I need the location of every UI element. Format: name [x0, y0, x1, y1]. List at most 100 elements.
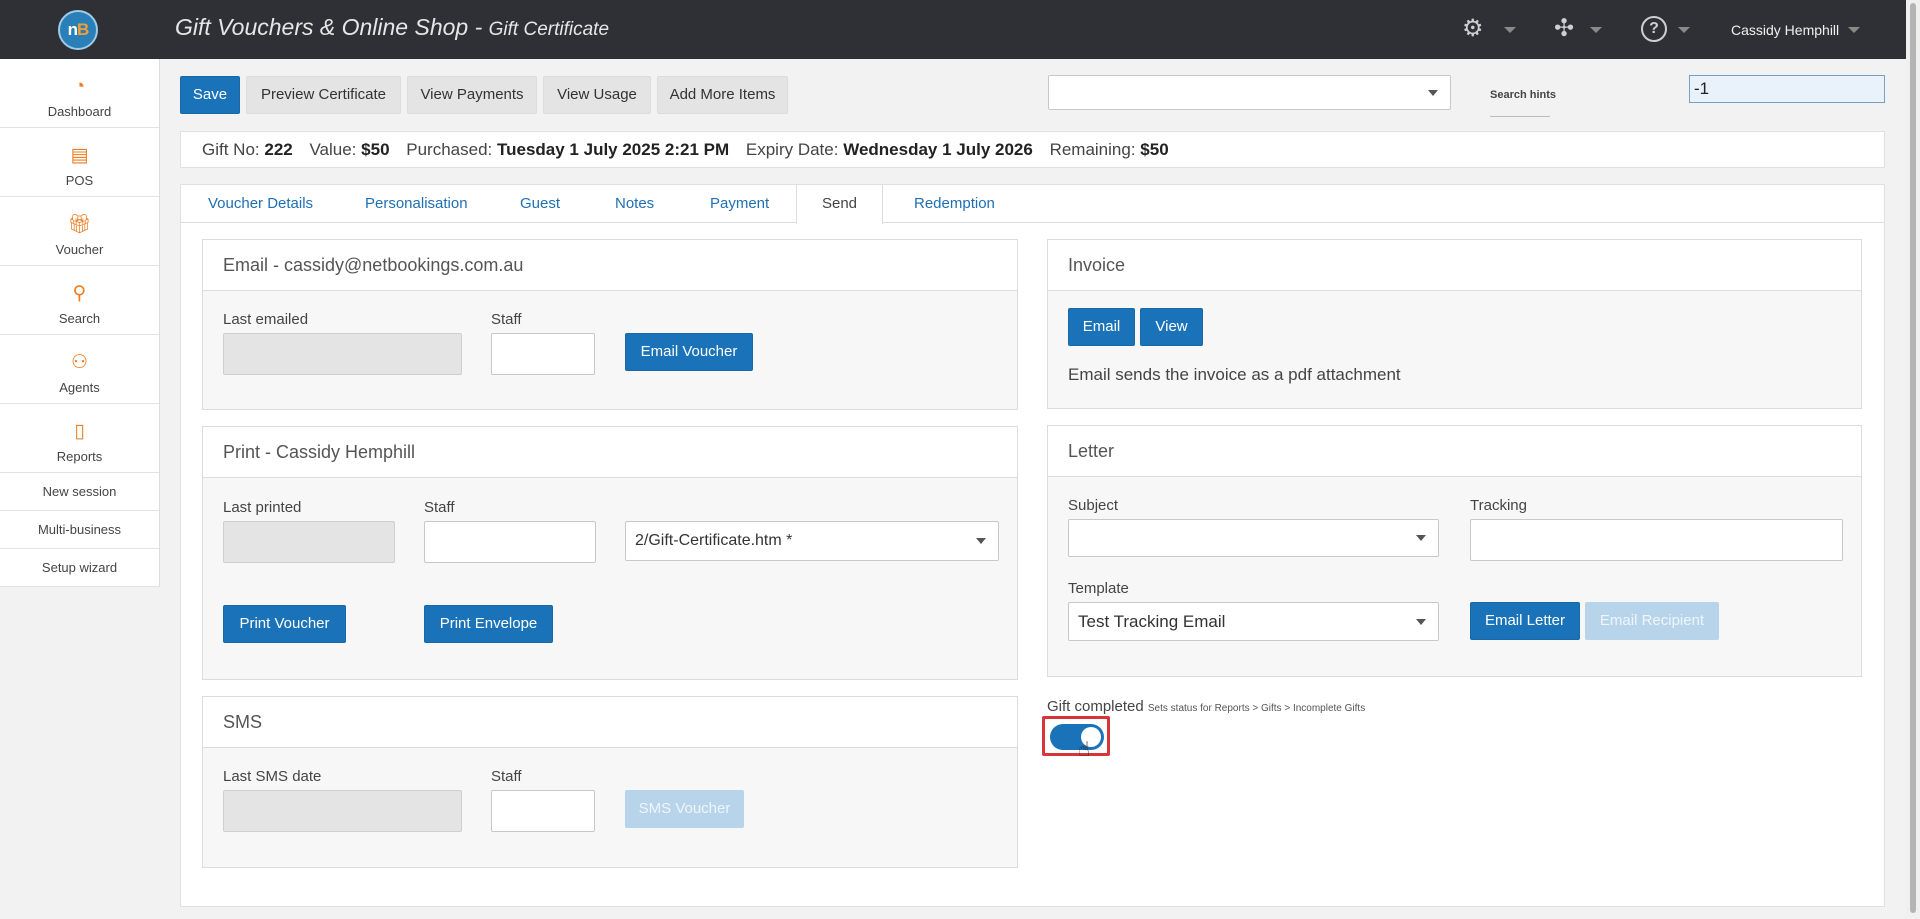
subject-label: Subject	[1068, 497, 1119, 514]
invoice-panel: Invoice Email View Email sends the invoi…	[1047, 239, 1862, 409]
invoice-view-button[interactable]: View	[1140, 308, 1203, 346]
sidebar-link-setup-wizard[interactable]: Setup wizard	[0, 549, 159, 587]
email-recipient-button[interactable]: Email Recipient	[1585, 602, 1719, 640]
top-bar: nB Gift Vouchers & Online Shop - Gift Ce…	[0, 0, 1906, 59]
email-letter-button[interactable]: Email Letter	[1470, 602, 1580, 640]
help-icon[interactable]: ?	[1641, 16, 1667, 42]
app-logo[interactable]: nB	[58, 10, 98, 50]
sidebar-item-label: POS	[65, 173, 94, 188]
gift-completed-text: Gift completed	[1047, 698, 1144, 715]
tab-redemption[interactable]: Redemption	[914, 185, 995, 223]
print-voucher-button[interactable]: Print Voucher	[223, 605, 346, 643]
gift-completed-hint: Sets status for Reports > Gifts > Incomp…	[1147, 703, 1366, 714]
chevron-down-icon	[1416, 618, 1426, 625]
purchased-value: Tuesday 1 July 2025 2:21 PM	[497, 140, 730, 159]
expiry-label: Expiry Date:	[745, 140, 839, 159]
sidebar-item-label: Voucher	[55, 242, 104, 257]
tracking-label: Tracking	[1470, 497, 1527, 514]
preview-certificate-button[interactable]: Preview Certificate	[246, 76, 401, 114]
gift-icon: 🎁︎	[67, 214, 92, 235]
invoice-panel-title: Invoice	[1048, 240, 1861, 291]
sms-staff-input[interactable]	[491, 790, 595, 832]
save-button[interactable]: Save	[180, 76, 240, 114]
remaining-value: $50	[1140, 140, 1169, 159]
gift-no-label: Gift No:	[202, 140, 260, 159]
sidebar-link-new-session[interactable]: New session	[0, 473, 159, 511]
letter-subject-select[interactable]	[1068, 519, 1439, 557]
sidebar-link-multi-business[interactable]: Multi-business	[0, 511, 159, 549]
chevron-down-icon[interactable]	[1504, 27, 1516, 33]
user-menu[interactable]: Cassidy Hemphill	[1731, 22, 1839, 38]
gears-icon[interactable]: ⚙	[1462, 16, 1484, 42]
page-scrollbar[interactable]	[1906, 0, 1920, 919]
logo-letter-b: B	[77, 20, 89, 39]
tab-bar: Voucher Details Personalisation Guest No…	[181, 185, 1884, 224]
invoice-email-button[interactable]: Email	[1068, 308, 1135, 346]
agents-icon: ⚇	[70, 352, 89, 373]
sidebar-item-reports[interactable]: ▯ Reports	[0, 404, 159, 473]
search-select[interactable]	[1048, 75, 1451, 110]
template-label: Template	[1068, 580, 1129, 597]
tab-payment[interactable]: Payment	[710, 185, 769, 223]
tab-notes[interactable]: Notes	[615, 185, 654, 223]
tab-send[interactable]: Send	[796, 185, 883, 224]
last-emailed-label: Last emailed	[223, 311, 309, 328]
print-panel: Print - Cassidy Hemphill Last printed St…	[202, 426, 1018, 680]
email-panel-title: Email - cassidy@netbookings.com.au	[203, 240, 1017, 291]
id-input[interactable]	[1689, 75, 1885, 103]
tab-personalisation[interactable]: Personalisation	[365, 185, 468, 223]
sidebar-item-label: Dashboard	[47, 104, 112, 119]
sidebar: ◔ Dashboard ▤ POS 🎁︎ Voucher ⚲ Search ⚇ …	[0, 59, 160, 587]
tracking-input[interactable]	[1470, 519, 1843, 561]
print-staff-input[interactable]	[424, 521, 596, 563]
certificate-template-value: 2/Gift-Certificate.htm *	[635, 532, 793, 549]
report-icon: ▯	[74, 421, 85, 442]
remaining-label: Remaining:	[1049, 140, 1136, 159]
add-more-items-button[interactable]: Add More Items	[657, 76, 788, 114]
letter-panel-title: Letter	[1048, 426, 1861, 477]
email-voucher-button[interactable]: Email Voucher	[625, 333, 753, 371]
gift-info-bar: Gift No: 222 Value: $50 Purchased: Tuesd…	[180, 131, 1885, 168]
sms-panel: SMS Last SMS date Staff SMS Voucher	[202, 696, 1018, 868]
divider	[1490, 116, 1550, 117]
print-panel-title: Print - Cassidy Hemphill	[203, 427, 1017, 478]
sidebar-item-search[interactable]: ⚲ Search	[0, 266, 159, 335]
chevron-down-icon	[976, 538, 986, 544]
chevron-down-icon	[1416, 535, 1426, 541]
sidebar-item-pos[interactable]: ▤ POS	[0, 128, 159, 197]
search-hints-link[interactable]: Search hints	[1490, 89, 1556, 101]
value-amount: $50	[361, 140, 390, 159]
letter-template-select[interactable]: Test Tracking Email	[1068, 602, 1439, 641]
chevron-down-icon[interactable]	[1848, 27, 1860, 33]
letter-template-value: Test Tracking Email	[1078, 612, 1226, 631]
value-label: Value:	[309, 140, 357, 159]
sidebar-item-label: Search	[58, 311, 101, 326]
tab-voucher-details[interactable]: Voucher Details	[208, 185, 313, 223]
view-usage-button[interactable]: View Usage	[543, 76, 651, 114]
chevron-down-icon[interactable]	[1678, 27, 1690, 33]
staff-label: Staff	[491, 311, 522, 328]
app-title-main: Gift Vouchers & Online Shop -	[175, 14, 489, 40]
invoice-note: Email sends the invoice as a pdf attachm…	[1068, 365, 1401, 384]
last-sms-field	[223, 790, 462, 832]
gift-completed-toggle[interactable]	[1050, 724, 1104, 750]
sidebar-item-agents[interactable]: ⚇ Agents	[0, 335, 159, 404]
print-envelope-button[interactable]: Print Envelope	[424, 605, 553, 643]
gift-completed-label: Gift completed Sets status for Reports >…	[1047, 698, 1365, 715]
speedometer-icon: ◔	[73, 76, 86, 97]
sidebar-item-dashboard[interactable]: ◔ Dashboard	[0, 59, 159, 128]
register-icon: ▤	[70, 145, 89, 166]
search-icon: ⚲	[72, 283, 87, 304]
email-staff-input[interactable]	[491, 333, 595, 375]
tab-guest[interactable]: Guest	[520, 185, 560, 223]
chevron-down-icon[interactable]	[1590, 27, 1602, 33]
last-sms-label: Last SMS date	[223, 768, 322, 785]
scrollbar-thumb[interactable]	[1910, 3, 1916, 913]
sidebar-item-label: Reports	[56, 449, 103, 464]
view-payments-button[interactable]: View Payments	[407, 76, 537, 114]
puzzle-icon[interactable]: ✣	[1554, 16, 1574, 42]
sms-voucher-button[interactable]: SMS Voucher	[625, 790, 744, 828]
purchased-label: Purchased:	[406, 140, 493, 159]
certificate-template-select[interactable]: 2/Gift-Certificate.htm *	[625, 521, 999, 561]
sidebar-item-voucher[interactable]: 🎁︎ Voucher	[0, 197, 159, 266]
